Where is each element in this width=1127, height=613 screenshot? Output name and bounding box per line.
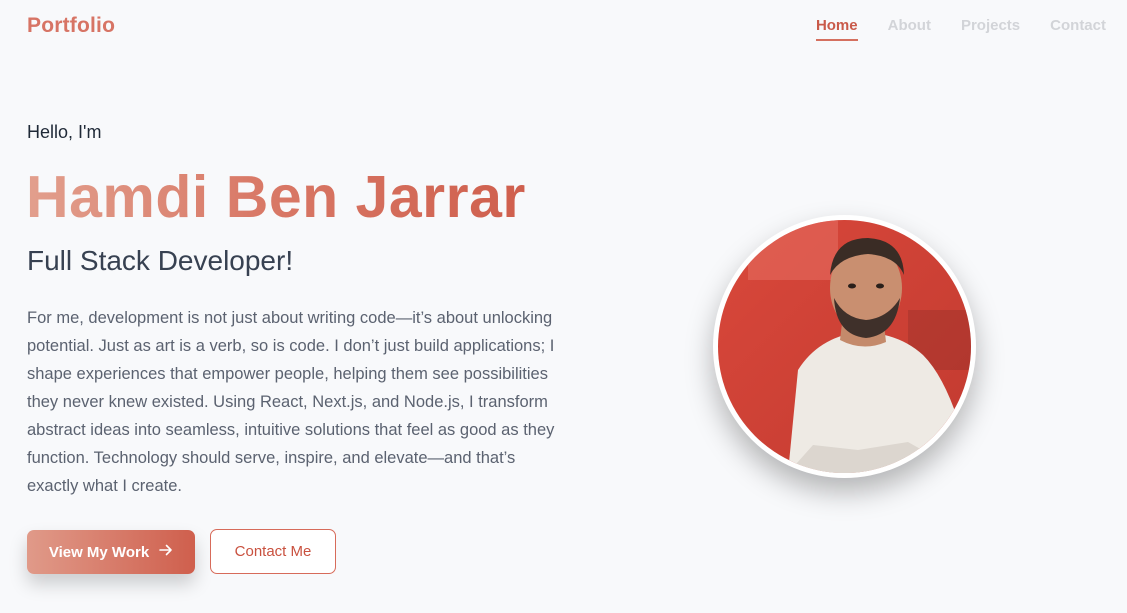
hero-name: Hamdi Ben Jarrar: [26, 164, 526, 230]
nav-links: Home About Projects Contact: [786, 17, 1106, 41]
nav-link-projects[interactable]: Projects: [961, 17, 1020, 41]
brand-logo[interactable]: Portfolio: [27, 14, 115, 38]
top-navbar: Portfolio Home About Projects Contact: [0, 0, 1127, 56]
nav-link-about[interactable]: About: [888, 17, 931, 41]
nav-link-home[interactable]: Home: [815, 17, 858, 41]
profile-avatar: [713, 215, 976, 478]
arrow-right-icon: [159, 543, 173, 561]
hero-bio: For me, development is not just about wr…: [27, 309, 555, 495]
nav-link-contact[interactable]: Contact: [1050, 17, 1106, 41]
view-my-work-button[interactable]: View My Work: [27, 530, 195, 574]
view-my-work-label: View My Work: [48, 543, 150, 561]
profile-photo: [718, 220, 971, 473]
greeting-text: Hello, I'm: [27, 122, 102, 142]
contact-me-button[interactable]: Contact Me: [210, 529, 336, 574]
page: Portfolio Home About Projects Contact He…: [0, 0, 1127, 613]
hero-role: Full Stack Developer!: [27, 245, 294, 276]
